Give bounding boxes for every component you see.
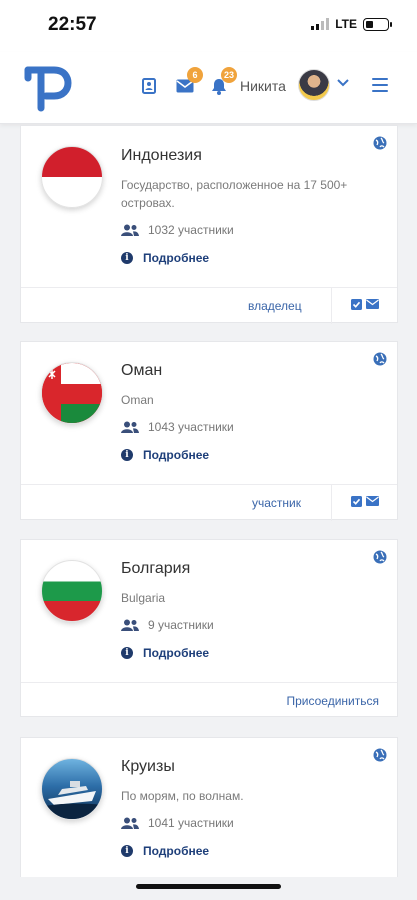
oman-flag (41, 362, 103, 424)
home-indicator[interactable] (136, 884, 281, 889)
group-title[interactable]: Болгария (121, 560, 190, 578)
notifications-badge: 23 (221, 67, 238, 83)
status-time: 22:57 (48, 14, 97, 35)
group-card-cruises[interactable]: Круизы По морям, по волнам. 1041 участни… (20, 737, 398, 877)
members-count: 1043 участники (121, 420, 234, 434)
more-link[interactable]: i Подробнее (121, 251, 209, 265)
group-description: Государство, расположенное на 17 500+ ос… (121, 178, 348, 210)
cruise-image (41, 758, 103, 820)
globe-icon (373, 352, 387, 366)
signal-icon (311, 18, 330, 30)
check-square-icon[interactable] (351, 299, 362, 310)
members-label: 1032 участники (148, 223, 234, 237)
footer-actions (351, 496, 379, 507)
group-title[interactable]: Индонезия (121, 147, 202, 165)
battery-icon (363, 17, 392, 31)
contacts-icon[interactable] (139, 76, 159, 96)
more-link[interactable]: i Подробнее (121, 448, 209, 462)
footer-actions (351, 299, 379, 310)
role-label[interactable]: владелец (248, 299, 302, 313)
avatar[interactable] (298, 69, 330, 101)
status-indicators: LTE (311, 17, 392, 31)
footer-divider (331, 485, 332, 521)
more-label: Подробнее (143, 844, 210, 858)
envelope-icon[interactable] (366, 299, 379, 309)
app-header: 6 23 Никита (0, 52, 417, 124)
card-footer: владелец (21, 287, 397, 324)
users-icon (121, 619, 139, 631)
messages-badge: 6 (187, 67, 203, 83)
group-card-oman[interactable]: Оман Oman 1043 участники i Подробнее уча… (20, 341, 398, 521)
card-footer: участник (21, 484, 397, 521)
app-logo[interactable] (24, 62, 72, 114)
users-icon (121, 224, 139, 236)
globe-icon (373, 136, 387, 150)
battery-level (366, 20, 373, 28)
info-icon: i (121, 647, 133, 659)
messages-icon[interactable]: 6 (175, 67, 203, 96)
envelope-icon[interactable] (366, 496, 379, 506)
group-card-bulgaria[interactable]: Болгария Bulgaria 9 участники i Подробне… (20, 539, 398, 717)
members-label: 9 участники (148, 618, 214, 632)
more-label: Подробнее (143, 646, 210, 660)
info-icon: i (121, 252, 133, 264)
card-footer: Присоединиться (21, 682, 397, 718)
notifications-icon[interactable]: 23 (209, 67, 238, 96)
group-description: Oman (121, 393, 154, 407)
members-label: 1043 участники (148, 420, 234, 434)
users-icon (121, 421, 139, 433)
menu-icon[interactable] (372, 78, 388, 92)
info-icon: i (121, 845, 133, 857)
more-label: Подробнее (143, 448, 210, 462)
more-link[interactable]: i Подробнее (121, 844, 209, 858)
check-square-icon[interactable] (351, 496, 362, 507)
footer-divider (331, 288, 332, 324)
members-count: 1032 участники (121, 223, 234, 237)
chevron-down-icon[interactable] (337, 79, 349, 87)
status-bar: 22:57 LTE (0, 0, 417, 52)
members-count: 9 участники (121, 618, 214, 632)
group-card-indonesia[interactable]: Индонезия Государство, расположенное на … (20, 125, 398, 324)
members-label: 1041 участники (148, 816, 234, 830)
more-label: Подробнее (143, 251, 210, 265)
user-name[interactable]: Никита (240, 78, 286, 94)
globe-icon (373, 748, 387, 762)
info-icon: i (121, 449, 133, 461)
globe-icon (373, 550, 387, 564)
members-count: 1041 участники (121, 816, 234, 830)
group-title[interactable]: Круизы (121, 758, 175, 776)
more-link[interactable]: i Подробнее (121, 646, 209, 660)
group-title[interactable]: Оман (121, 362, 162, 380)
group-description: По морям, по волнам. (121, 789, 244, 803)
indonesia-flag (41, 146, 103, 208)
group-description: Bulgaria (121, 591, 166, 605)
bulgaria-flag (41, 560, 103, 622)
role-label[interactable]: участник (252, 496, 301, 510)
users-icon (121, 817, 139, 829)
network-type: LTE (335, 17, 357, 31)
join-button[interactable]: Присоединиться (286, 694, 379, 708)
